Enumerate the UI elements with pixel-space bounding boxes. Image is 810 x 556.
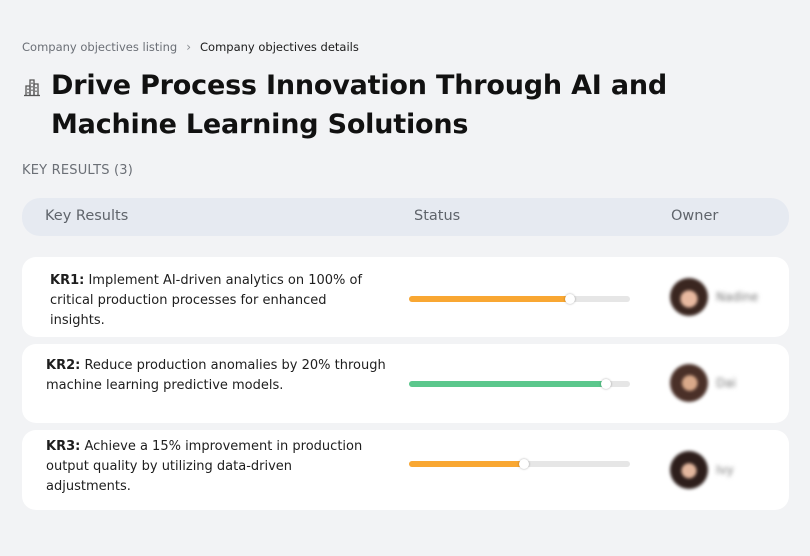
column-header-key-results: Key Results	[45, 208, 129, 224]
key-result-code: KR3:	[46, 439, 81, 454]
key-result-code: KR2:	[46, 358, 81, 373]
key-result-code: KR1:	[50, 273, 85, 288]
progress-fill	[409, 461, 524, 467]
key-result-text: Reduce production anomalies by 20% throu…	[46, 358, 386, 393]
key-result-text: Implement AI-driven analytics on 100% of…	[50, 273, 363, 328]
column-header-owner: Owner	[671, 208, 719, 224]
avatar	[670, 278, 708, 316]
key-results-count-label: KEY RESULTS (3)	[22, 163, 134, 178]
progress-fill	[409, 381, 606, 387]
table-header: Key Results Status Owner	[22, 198, 789, 236]
building-icon	[24, 79, 40, 97]
progress-bar	[409, 459, 630, 469]
breadcrumb: Company objectives listing › Company obj…	[22, 40, 359, 54]
objective-header: Drive Process Innovation Through AI and …	[22, 66, 782, 144]
breadcrumb-link-listing[interactable]: Company objectives listing	[22, 40, 177, 54]
chevron-right-icon: ›	[186, 40, 192, 54]
key-result-text: Achieve a 15% improvement in production …	[46, 439, 363, 494]
owner[interactable]: Dai	[670, 364, 736, 402]
owner-name: Nadine	[716, 290, 759, 304]
key-result-description: KR3: Achieve a 15% improvement in produc…	[46, 437, 376, 497]
page-title: Drive Process Innovation Through AI and …	[51, 70, 667, 140]
avatar	[670, 364, 708, 402]
breadcrumb-current: Company objectives details	[200, 40, 359, 54]
key-result-description: KR2: Reduce production anomalies by 20% …	[46, 356, 386, 396]
owner[interactable]: Ivy	[670, 451, 734, 489]
column-header-status: Status	[414, 208, 461, 224]
progress-knob	[600, 379, 611, 389]
progress-bar	[409, 294, 630, 304]
owner[interactable]: Nadine	[670, 278, 758, 316]
progress-fill	[409, 296, 571, 302]
table-row-kr3[interactable]: KR3: Achieve a 15% improvement in produc…	[22, 430, 789, 510]
table-row-kr1[interactable]: KR1: Implement AI-driven analytics on 10…	[22, 257, 789, 337]
progress-bar	[409, 379, 630, 389]
table-row-kr2[interactable]: KR2: Reduce production anomalies by 20% …	[22, 344, 789, 423]
owner-name: Dai	[716, 376, 736, 390]
progress-knob	[565, 294, 576, 304]
key-result-description: KR1: Implement AI-driven analytics on 10…	[50, 271, 370, 331]
owner-name: Ivy	[716, 463, 734, 477]
avatar	[670, 451, 708, 489]
progress-knob	[518, 459, 529, 469]
